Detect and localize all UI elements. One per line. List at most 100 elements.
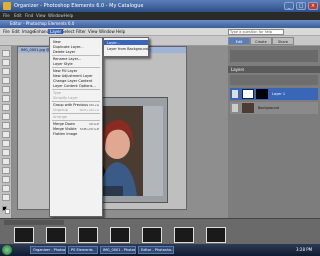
marquee-tool-icon[interactable] bbox=[2, 86, 10, 93]
layer-row[interactable]: Background bbox=[230, 102, 318, 114]
shortcut-merge-visible: Shift+Ctrl+E bbox=[79, 127, 99, 131]
toolbox bbox=[0, 46, 12, 218]
org-menu-file[interactable]: File bbox=[3, 13, 10, 18]
bin-thumbnail[interactable] bbox=[14, 227, 34, 243]
minimize-icon[interactable]: _ bbox=[284, 2, 294, 10]
menu-item-new-fill-layer[interactable]: New Fill Layer bbox=[53, 69, 77, 73]
menu-separator bbox=[52, 55, 100, 56]
menu-item-ungroup[interactable]: Ungroup bbox=[53, 108, 68, 112]
tab-share[interactable]: Share bbox=[272, 37, 294, 45]
menu-view[interactable]: View bbox=[88, 29, 98, 34]
menu-edit[interactable]: Edit bbox=[12, 29, 20, 34]
menu-item-new[interactable]: New bbox=[53, 40, 61, 44]
menu-separator bbox=[52, 113, 100, 114]
help-search-input[interactable]: Type a question for help bbox=[228, 29, 284, 35]
tab-create[interactable]: Create bbox=[250, 37, 272, 45]
menu-item-layer-content-options[interactable]: Layer Content Options... bbox=[53, 84, 96, 88]
red-eye-tool-icon[interactable] bbox=[2, 131, 10, 138]
gradient-tool-icon[interactable] bbox=[2, 185, 10, 192]
bin-thumbnail[interactable] bbox=[78, 227, 98, 243]
edit-tabs: Edit Create Share bbox=[228, 37, 294, 45]
org-menu-view[interactable]: View bbox=[36, 13, 46, 18]
menu-window[interactable]: Window bbox=[99, 29, 115, 34]
taskbar-item[interactable]: Editor - Photosho... bbox=[138, 246, 174, 254]
taskbar-item[interactable]: PS Elements bbox=[68, 246, 98, 254]
app-icon bbox=[3, 2, 11, 10]
menu-file[interactable]: File bbox=[3, 29, 10, 34]
layer-thumbnail bbox=[242, 103, 254, 113]
org-menu-edit[interactable]: Edit bbox=[14, 13, 22, 18]
maximize-icon[interactable]: □ bbox=[296, 2, 306, 10]
editor-titlebar: Editor - Photoshop Elements 6.0 bbox=[0, 20, 320, 28]
menu-layer[interactable]: Layer bbox=[48, 29, 64, 34]
menu-separator bbox=[52, 120, 100, 121]
menu-help[interactable]: Help bbox=[116, 29, 125, 34]
menu-item-group-with-previous[interactable]: Group with Previous bbox=[53, 103, 88, 107]
bin-thumbnail[interactable] bbox=[46, 227, 66, 243]
magic-wand-tool-icon[interactable] bbox=[2, 104, 10, 111]
background-color-swatch[interactable] bbox=[5, 209, 10, 214]
bin-thumbnail[interactable] bbox=[174, 227, 194, 243]
org-menu-help[interactable]: Help bbox=[64, 13, 73, 18]
menu-item-flatten-image[interactable]: Flatten Image bbox=[53, 132, 77, 136]
healing-brush-tool-icon[interactable] bbox=[2, 140, 10, 147]
layer-menu-dropdown: New Duplicate Layer... Delete Layer Rena… bbox=[49, 37, 103, 217]
crop-tool-icon[interactable] bbox=[2, 122, 10, 129]
bin-thumbnail[interactable] bbox=[110, 227, 130, 243]
hand-tool-icon[interactable] bbox=[2, 68, 10, 75]
menu-item-delete-layer[interactable]: Delete Layer bbox=[53, 50, 75, 54]
taskbar-item[interactable]: IMG_0001 - Photos... bbox=[100, 246, 136, 254]
shortcut-group: Ctrl+G bbox=[88, 103, 99, 107]
menu-select[interactable]: Select bbox=[62, 29, 74, 34]
tab-edit[interactable]: Edit bbox=[228, 37, 250, 45]
close-icon[interactable]: × bbox=[308, 2, 318, 10]
brush-tool-icon[interactable] bbox=[2, 167, 10, 174]
palette-bin: Layers Layer 1 Background bbox=[228, 46, 320, 220]
organizer-titlebar: Organizer - Photoshop Elements 6.0 - My … bbox=[0, 0, 320, 12]
organizer-window: Organizer - Photoshop Elements 6.0 - My … bbox=[0, 0, 320, 248]
bin-thumbnail[interactable] bbox=[142, 227, 162, 243]
org-menu-window[interactable]: Window bbox=[48, 13, 64, 18]
submenu-item-layer-from-background[interactable]: Layer from Background... bbox=[107, 47, 151, 51]
menu-item-layer-style[interactable]: Layer Style bbox=[53, 62, 73, 66]
clone-stamp-tool-icon[interactable] bbox=[2, 149, 10, 156]
editor-title: Editor - Photoshop Elements 6.0 bbox=[10, 21, 75, 26]
eye-icon[interactable] bbox=[232, 90, 238, 98]
type-tool-icon[interactable] bbox=[2, 113, 10, 120]
menu-item-new-adjustment-layer[interactable]: New Adjustment Layer bbox=[53, 74, 93, 78]
organizer-menubar: File Edit Find View Window Help bbox=[0, 12, 320, 20]
organizer-title: Organizer - Photoshop Elements 6.0 - My … bbox=[14, 3, 144, 9]
submenu-item-layer[interactable]: Layer... bbox=[107, 41, 120, 45]
menu-item-simplify-layer[interactable]: Simplify Layer bbox=[53, 96, 78, 100]
lasso-tool-icon[interactable] bbox=[2, 95, 10, 102]
menu-item-rename-layer[interactable]: Rename Layer... bbox=[53, 57, 81, 61]
menu-item-duplicate-layer[interactable]: Duplicate Layer... bbox=[53, 45, 84, 49]
shape-tool-icon[interactable] bbox=[2, 194, 10, 201]
menu-item-type[interactable]: Type bbox=[53, 91, 61, 95]
bin-thumbnail[interactable] bbox=[206, 227, 226, 243]
eraser-tool-icon[interactable] bbox=[2, 158, 10, 165]
eyedropper-tool-icon[interactable] bbox=[2, 77, 10, 84]
org-menu-find[interactable]: Find bbox=[25, 13, 33, 18]
menu-separator bbox=[52, 89, 100, 90]
layer-name: Layer 1 bbox=[272, 92, 286, 96]
move-tool-icon[interactable] bbox=[2, 50, 10, 57]
menu-item-merge-down[interactable]: Merge Down bbox=[53, 122, 75, 126]
menu-item-merge-visible[interactable]: Merge Visible bbox=[53, 127, 76, 131]
paint-bucket-tool-icon[interactable] bbox=[2, 176, 10, 183]
menu-image[interactable]: Image bbox=[22, 29, 35, 34]
layers-toolbar bbox=[230, 75, 318, 85]
layer-thumbnail bbox=[242, 89, 254, 99]
start-button[interactable] bbox=[2, 245, 12, 255]
menu-item-arrange[interactable]: Arrange bbox=[53, 115, 67, 119]
zoom-tool-icon[interactable] bbox=[2, 59, 10, 66]
layer-mask-thumbnail bbox=[256, 89, 268, 99]
taskbar: Organizer - Photos... PS Elements IMG_00… bbox=[0, 244, 320, 256]
project-bin-header bbox=[4, 220, 64, 225]
taskbar-item[interactable]: Organizer - Photos... bbox=[30, 246, 66, 254]
layer-row-selected[interactable]: Layer 1 bbox=[230, 88, 318, 100]
menu-filter[interactable]: Filter bbox=[76, 29, 86, 34]
menu-item-change-layer-content[interactable]: Change Layer Content bbox=[53, 79, 92, 83]
eye-icon[interactable] bbox=[232, 104, 238, 112]
undo-history-panel bbox=[230, 50, 318, 62]
